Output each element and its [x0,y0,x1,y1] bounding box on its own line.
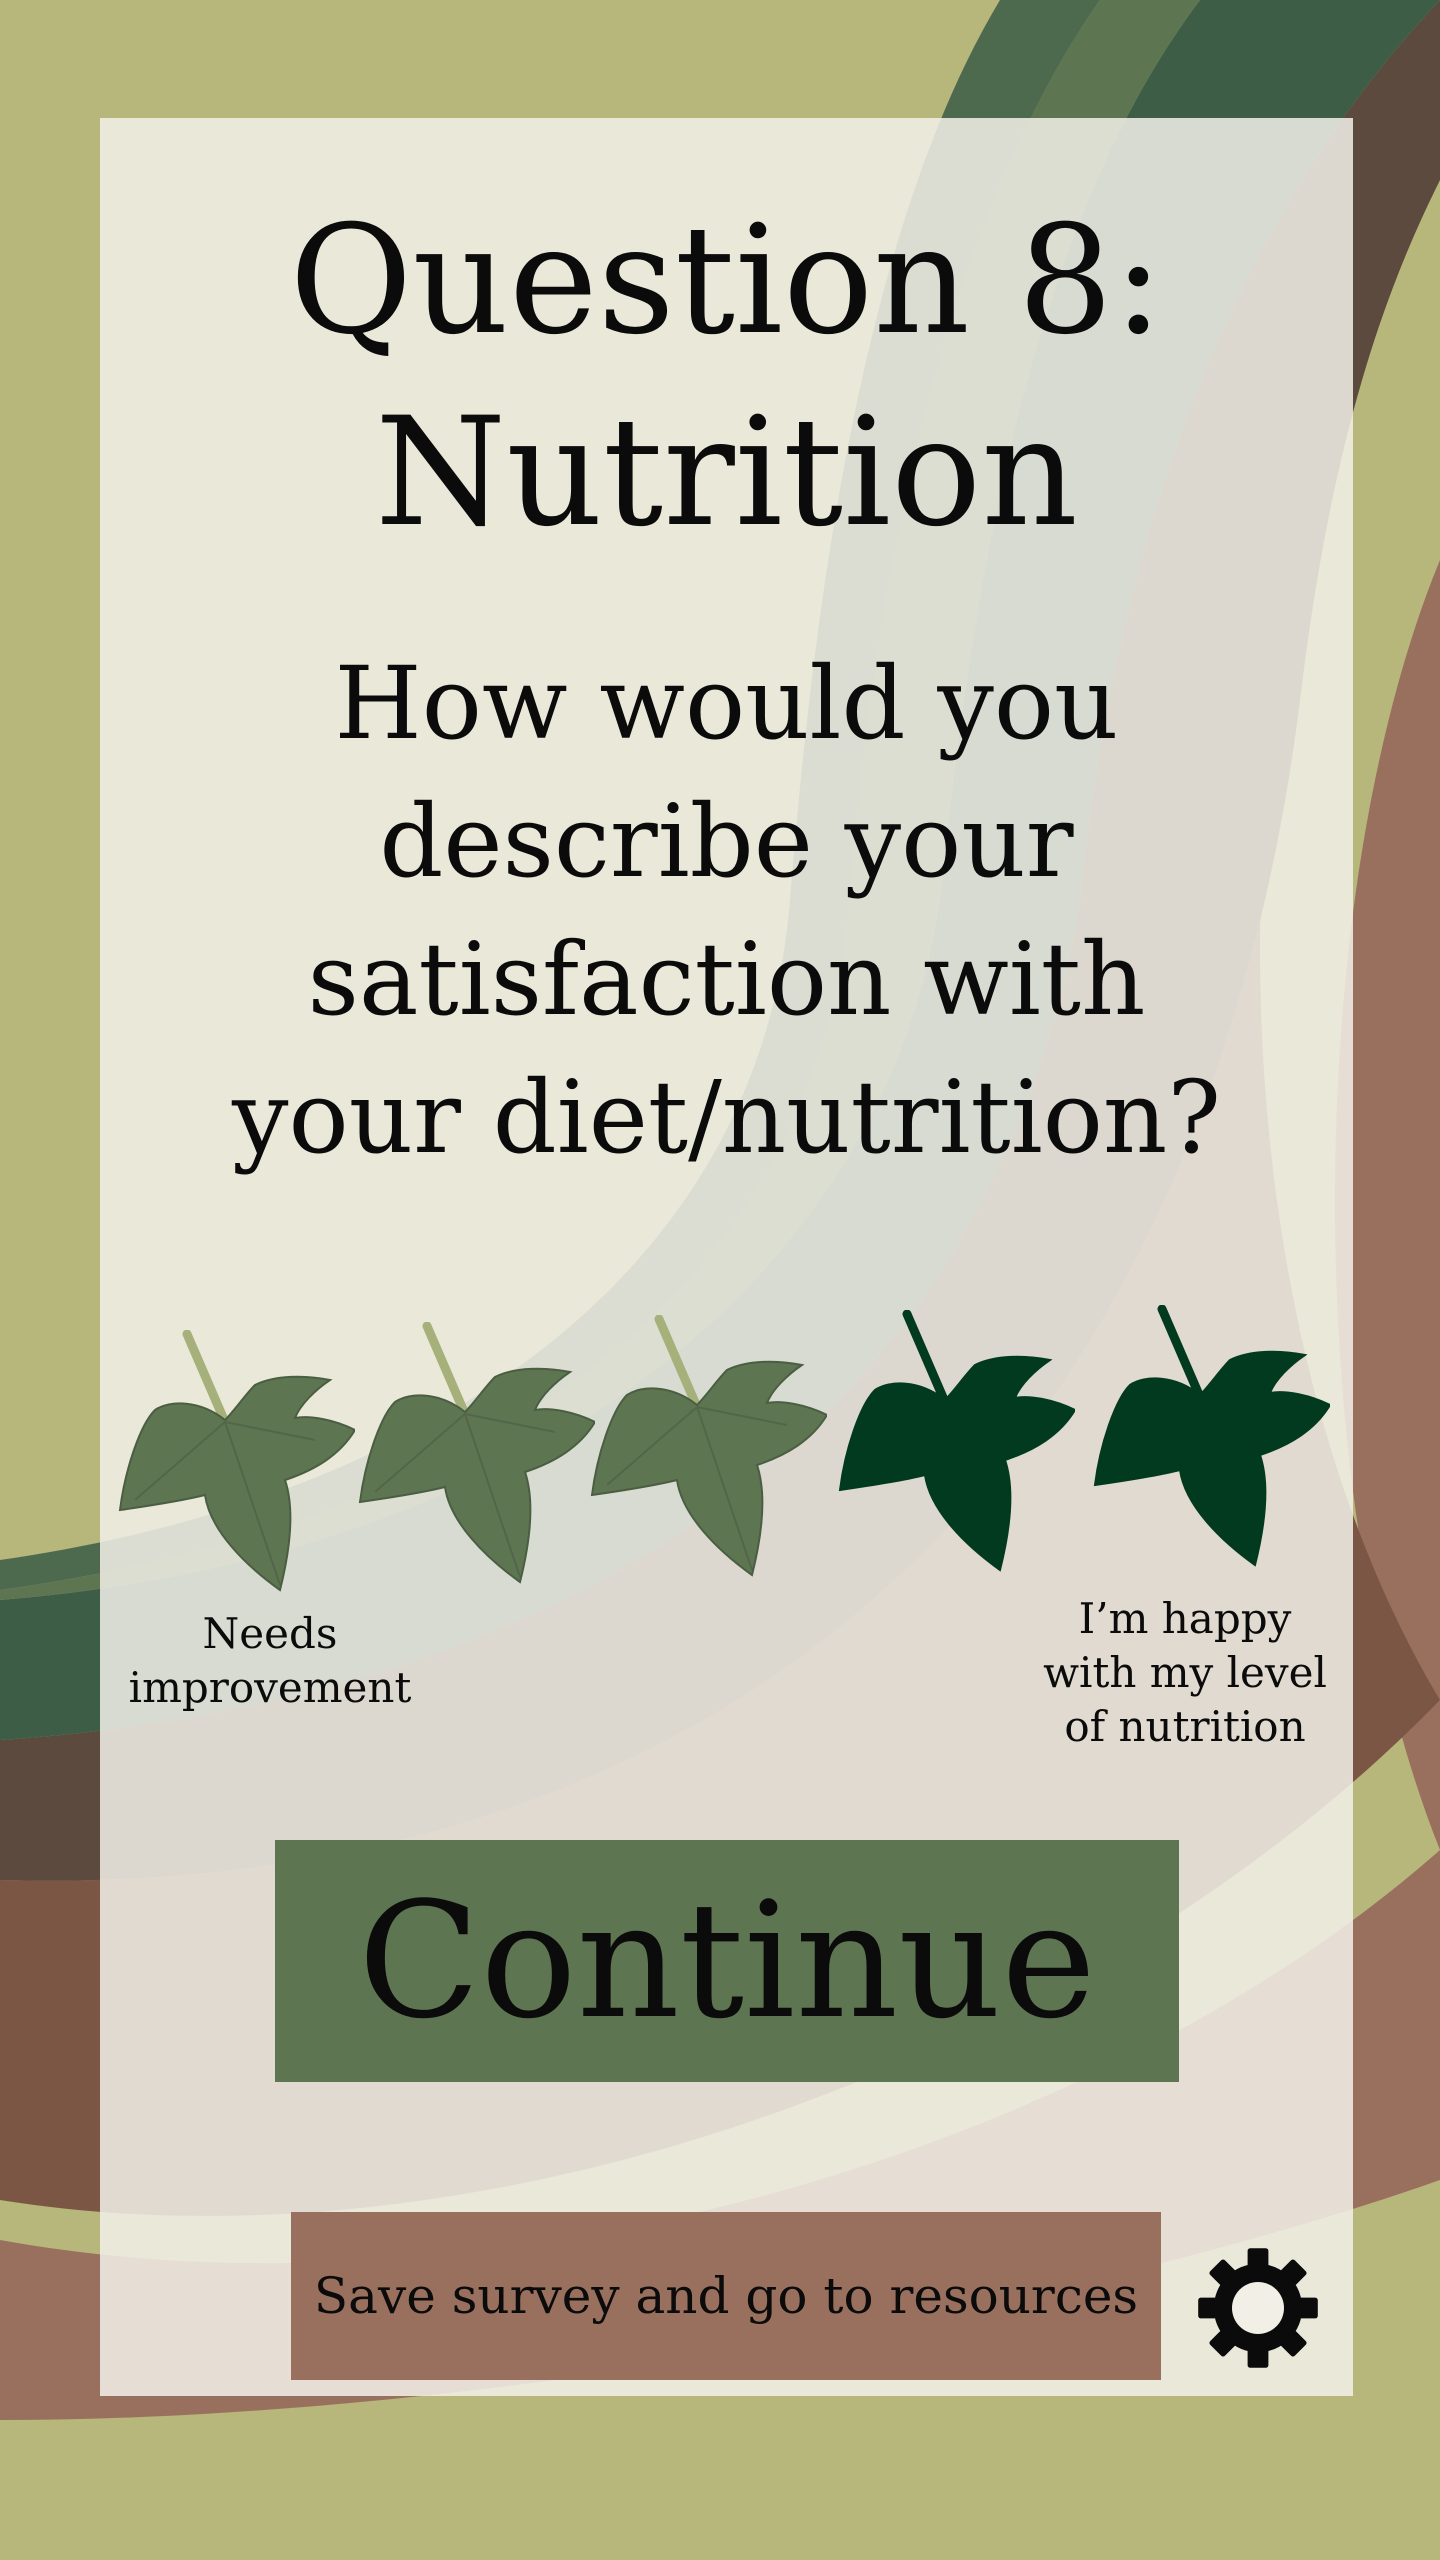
leaf-icon[interactable] [835,1310,1075,1580]
question-title: Question 8: Nutrition [100,185,1353,569]
scale-high-label: I’m happy with my level of nutrition [1043,1594,1327,1751]
leaf-icon[interactable] [355,1322,595,1592]
question-number: Question 8: [289,194,1164,368]
question-topic: Nutrition [375,386,1078,560]
save-and-resources-button[interactable]: Save survey and go to resources [291,2212,1161,2380]
question-text: How would you describe your satisfaction… [232,645,1221,1176]
leaf-icon[interactable] [115,1330,355,1600]
continue-button[interactable]: Continue [275,1840,1179,2082]
leaf-icon[interactable] [1090,1305,1330,1575]
leaf-icon[interactable] [587,1315,827,1585]
gear-icon[interactable] [1193,2243,1323,2373]
scale-low-label: Needs improvement [128,1609,412,1712]
